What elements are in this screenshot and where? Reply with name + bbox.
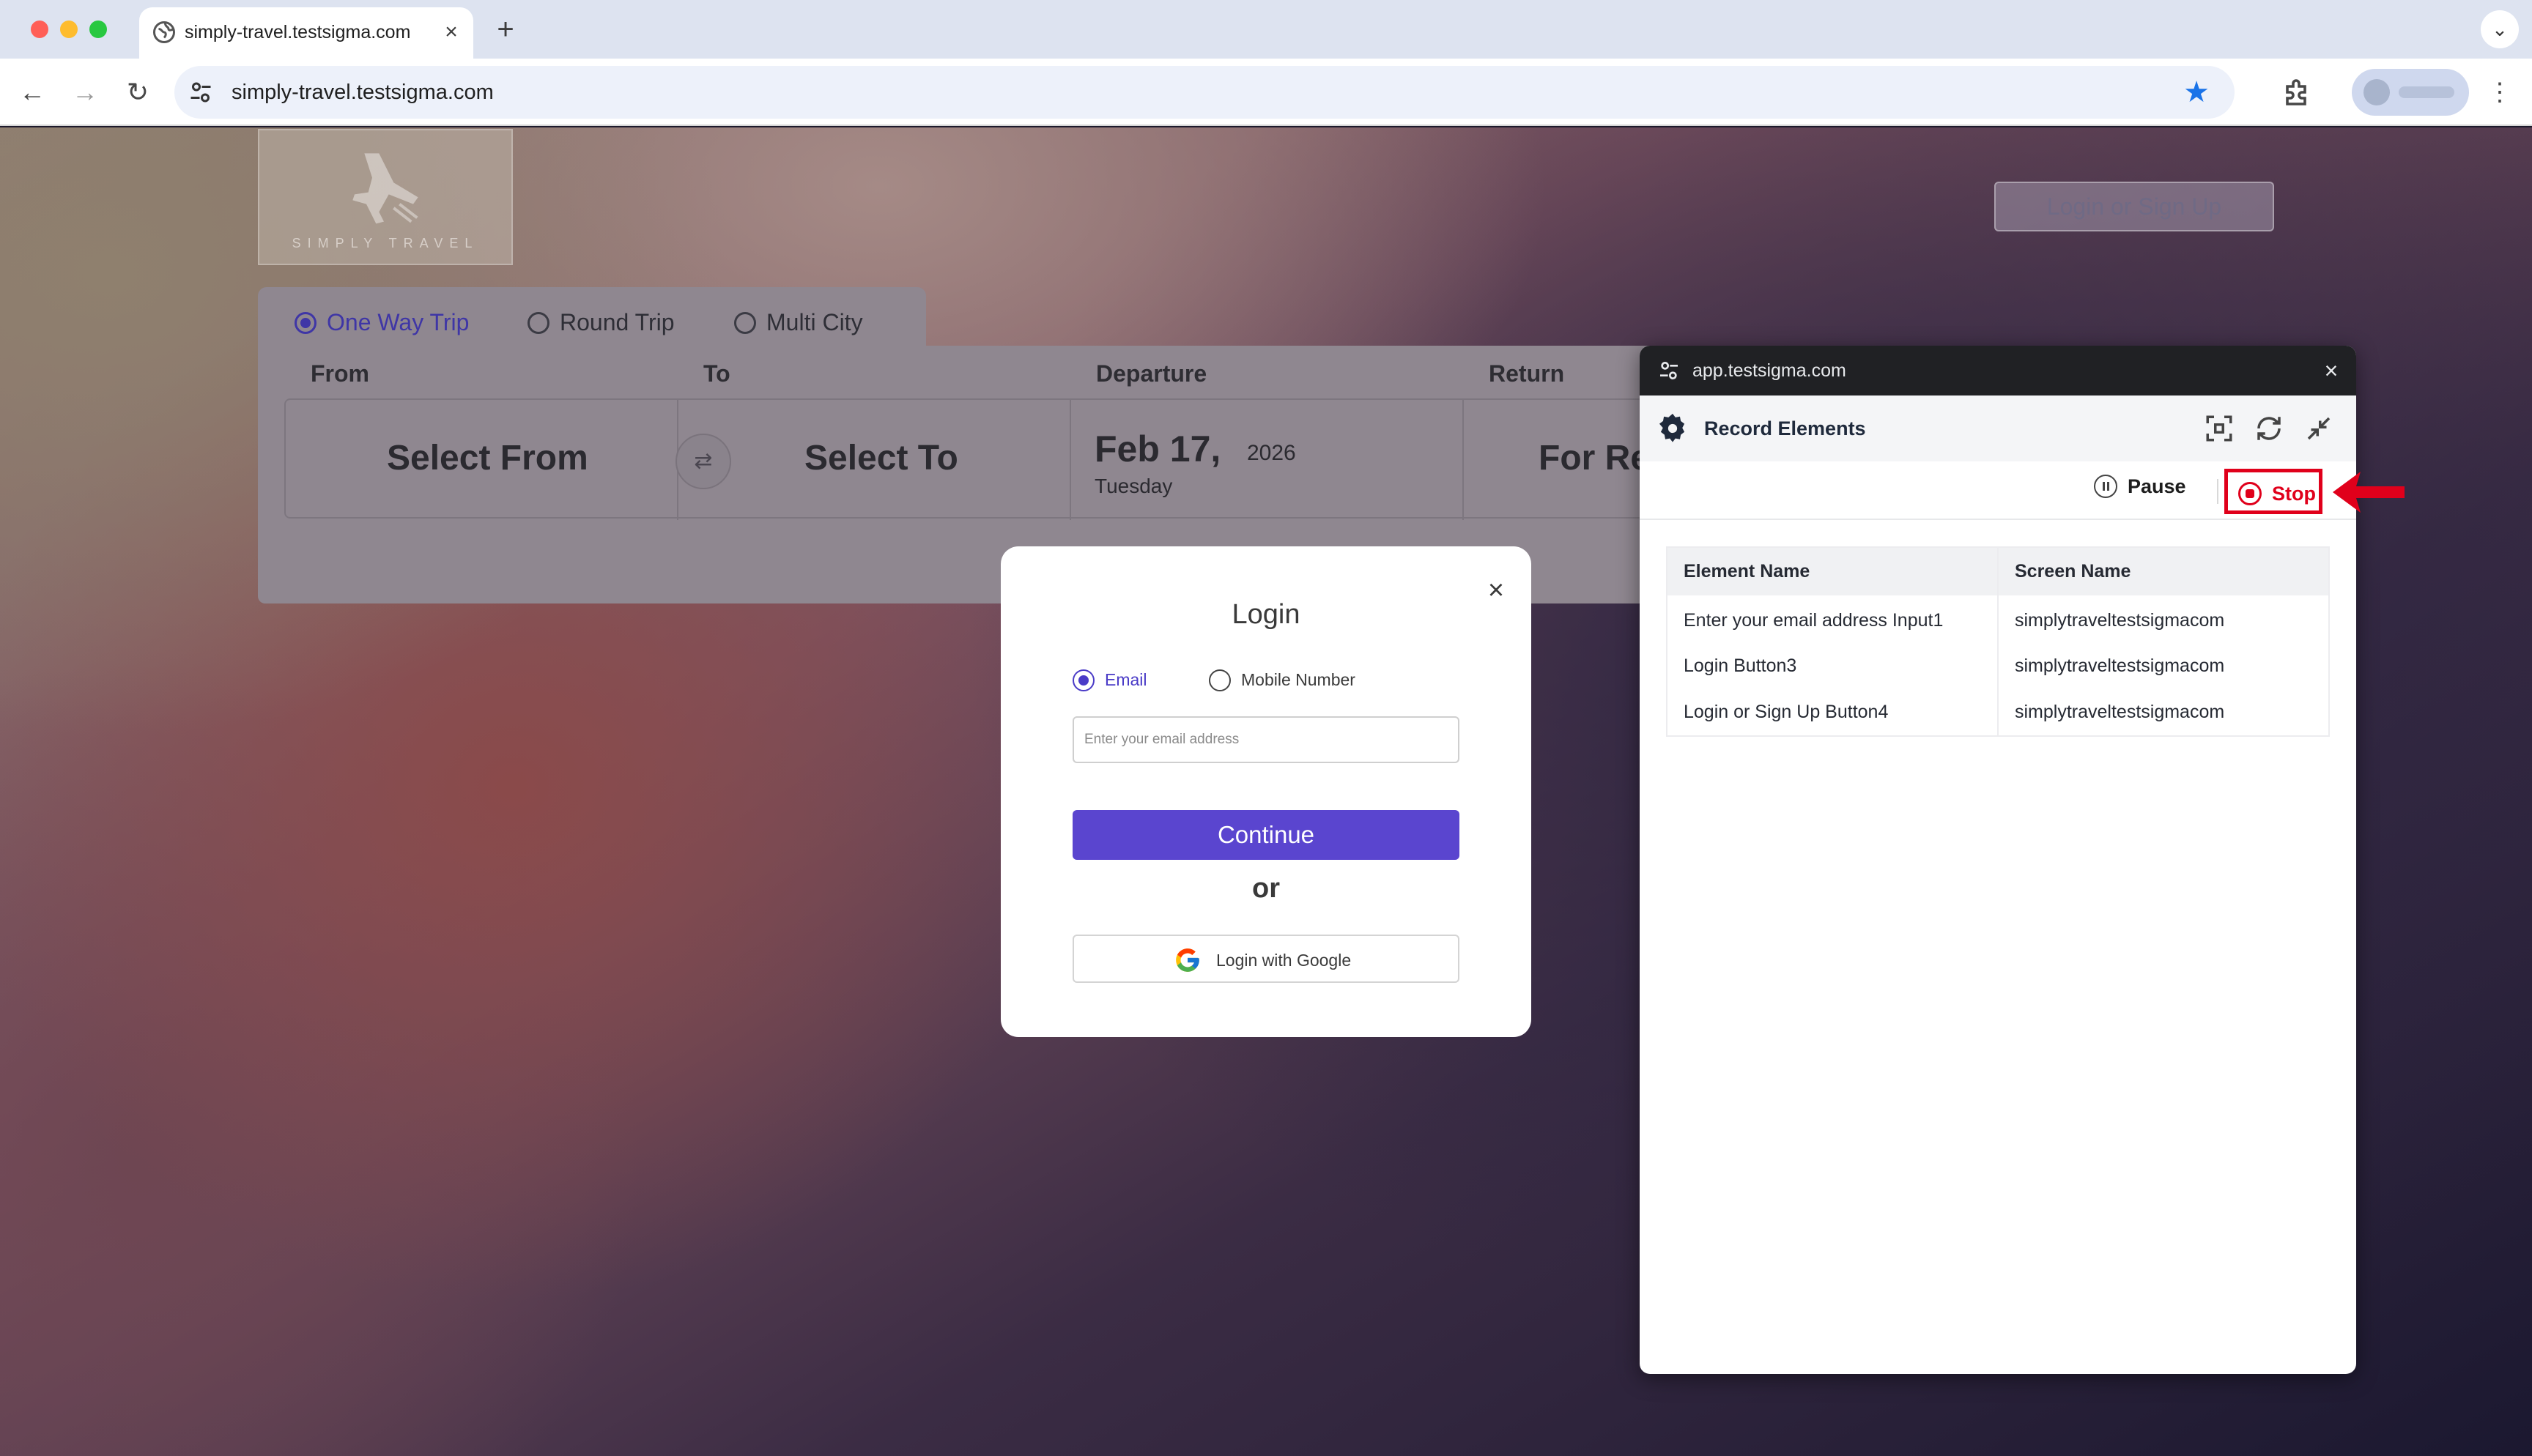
to-field[interactable]: Select To	[804, 438, 958, 478]
minimize-icon[interactable]	[2303, 413, 2334, 444]
site-logo[interactable]: SIMPLY TRAVEL	[258, 129, 513, 265]
from-field[interactable]: Select From	[387, 438, 588, 478]
radio-icon	[1209, 669, 1231, 691]
close-window-button[interactable]	[31, 21, 48, 38]
divider	[1070, 400, 1071, 520]
divider	[1462, 400, 1464, 520]
recorder-popup-window: app.testsigma.com × Record Elements Paus…	[1640, 346, 2356, 1374]
refresh-icon[interactable]	[2254, 413, 2284, 444]
maximize-window-button[interactable]	[89, 21, 107, 38]
email-input[interactable]	[1073, 716, 1459, 763]
departure-date[interactable]: Feb 17,	[1095, 428, 1221, 470]
browser-tab-bar: simply-travel.testsigma.com × + ⌄	[0, 0, 2532, 59]
close-tab-icon[interactable]: ×	[437, 18, 466, 47]
departure-day: Tuesday	[1095, 475, 1173, 497]
pause-icon	[2094, 475, 2117, 498]
divider	[2217, 479, 2218, 504]
trip-type-tabs: One Way Trip Round Trip Multi City	[258, 287, 926, 354]
annotation-arrow-icon	[2333, 472, 2405, 513]
radio-selected-icon	[295, 312, 316, 334]
popup-title-bar: app.testsigma.com ×	[1640, 346, 2356, 395]
profile-name-blurred	[2399, 86, 2454, 98]
trip-option-one-way[interactable]: One Way Trip	[295, 309, 469, 336]
recorder-actions: Pause Stop	[1640, 461, 2356, 520]
recorded-elements-table: Element Name Screen Name Enter your emai…	[1666, 546, 2330, 737]
screen-name-cell: simplytraveltestsigmacom	[1997, 595, 2329, 642]
tab-search-button[interactable]: ⌄	[2481, 10, 2519, 48]
or-divider-text: or	[1252, 873, 1280, 904]
to-label: To	[703, 360, 730, 387]
table-row[interactable]: Login or Sign Up Button4 simplytraveltes…	[1667, 689, 2329, 736]
mobile-number-option[interactable]: Mobile Number	[1209, 669, 1355, 691]
recorder-title: Record Elements	[1704, 417, 1866, 439]
screen-name-cell: simplytraveltestsigmacom	[1997, 689, 2329, 736]
column-header-screen-name: Screen Name	[1997, 547, 2329, 595]
pause-button[interactable]: Pause	[2094, 475, 2186, 507]
avatar	[2363, 79, 2390, 105]
browser-tab[interactable]: simply-travel.testsigma.com ×	[139, 7, 473, 59]
return-field[interactable]: For Re	[1539, 438, 1650, 478]
login-modal: Login × Email Mobile Number Continue or …	[1001, 546, 1531, 1037]
site-settings-icon[interactable]	[1657, 359, 1681, 382]
email-option[interactable]: Email	[1073, 669, 1147, 691]
back-button[interactable]: ←	[13, 73, 51, 111]
google-icon	[1176, 948, 1199, 972]
testsigma-logo-icon	[1659, 413, 1685, 442]
reload-button[interactable]: ↻	[119, 73, 157, 111]
url-text[interactable]: simply-travel.testsigma.com	[232, 81, 494, 105]
new-tab-button[interactable]: +	[488, 13, 523, 48]
element-picker-icon[interactable]	[2204, 413, 2235, 444]
logo-text: SIMPLY TRAVEL	[292, 236, 479, 250]
close-icon[interactable]: ×	[1481, 576, 1511, 605]
continue-button[interactable]: Continue	[1073, 810, 1459, 860]
table-row[interactable]: Enter your email address Input1 simplytr…	[1667, 595, 2329, 642]
radio-icon	[734, 312, 756, 334]
forward-button[interactable]: →	[66, 73, 104, 111]
globe-icon	[153, 21, 175, 43]
airplane-icon	[352, 153, 418, 224]
trip-option-multi-city[interactable]: Multi City	[734, 309, 863, 336]
browser-menu-button[interactable]: ⋮	[2485, 73, 2514, 111]
from-label: From	[311, 360, 369, 387]
close-popup-icon[interactable]: ×	[2317, 356, 2346, 385]
radio-selected-icon	[1073, 669, 1095, 691]
swap-icon[interactable]: ⇄	[675, 434, 731, 489]
bookmark-star-icon[interactable]: ★	[2183, 76, 2210, 108]
site-settings-icon[interactable]	[188, 79, 214, 105]
popup-domain: app.testsigma.com	[1692, 360, 1846, 381]
radio-icon	[528, 312, 549, 334]
element-name-cell: Login Button3	[1684, 655, 1797, 676]
extensions-puzzle-icon[interactable]	[2280, 75, 2315, 110]
login-signup-button[interactable]: Login or Sign Up	[1994, 182, 2274, 231]
return-label: Return	[1489, 360, 1565, 387]
departure-year: 2026	[1247, 441, 1296, 465]
screen-name-cell: simplytraveltestsigmacom	[1997, 642, 2329, 689]
google-button-label: Login with Google	[1216, 951, 1352, 970]
minimize-window-button[interactable]	[60, 21, 78, 38]
stop-icon	[2238, 482, 2262, 505]
stop-button[interactable]: Stop	[2224, 469, 2322, 514]
element-name-cell: Login or Sign Up Button4	[1684, 702, 1889, 722]
search-fields: Select From ⇄ Select To Feb 17, 2026 Tue…	[284, 398, 1750, 520]
tab-title: simply-travel.testsigma.com	[185, 22, 411, 42]
modal-title: Login	[1232, 599, 1300, 630]
table-header-row: Element Name Screen Name	[1667, 547, 2329, 595]
address-bar[interactable]: simply-travel.testsigma.com ★	[174, 66, 2235, 119]
profile-button[interactable]	[2352, 69, 2469, 116]
recorder-header: Record Elements	[1640, 395, 2356, 461]
departure-label: Departure	[1096, 360, 1207, 387]
column-header-element-name: Element Name	[1667, 547, 1998, 595]
element-name-cell: Enter your email address Input1	[1684, 609, 1944, 631]
trip-option-round[interactable]: Round Trip	[528, 309, 675, 336]
table-row[interactable]: Login Button3 simplytraveltestsigmacom	[1667, 642, 2329, 689]
login-with-google-button[interactable]: Login with Google	[1073, 935, 1459, 983]
browser-toolbar: ← → ↻ simply-travel.testsigma.com ★ ⋮	[0, 59, 2532, 126]
